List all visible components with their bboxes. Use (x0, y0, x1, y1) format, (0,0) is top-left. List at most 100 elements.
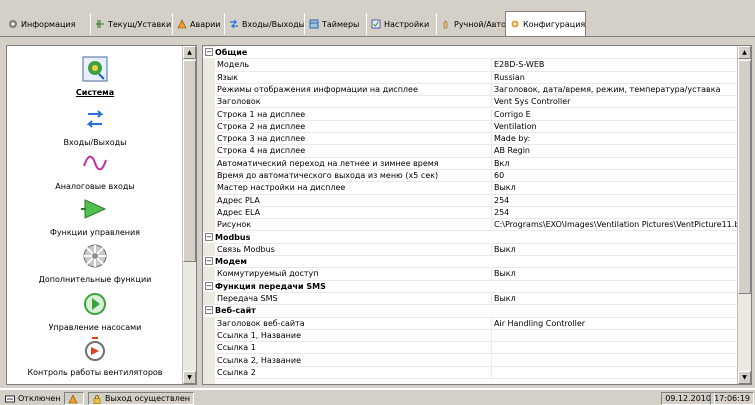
grid-property-row[interactable]: Модель E28D-S-WEB (203, 59, 739, 72)
grid-property-row[interactable]: Ссылка 2, Название (203, 354, 739, 367)
control-function-icon (81, 199, 107, 219)
grid-scroll-up-button[interactable]: ▲ (738, 46, 751, 59)
property-value[interactable]: Vent Sys Controller (491, 96, 737, 108)
property-name: Связь Modbus (217, 244, 275, 254)
grid-property-row[interactable]: Ссылка 2 (203, 366, 739, 380)
grid-category-row[interactable]: − Модем (203, 256, 739, 269)
grid-property-row[interactable]: Адрес ELA 254 (203, 206, 739, 220)
grid-property-row[interactable]: Заголовок веб-сайта Air Handling Controll… (203, 317, 739, 330)
grid-category-row[interactable]: − Функция передачи SMS (203, 280, 739, 293)
property-value[interactable]: Выкл (491, 243, 737, 256)
tab-8[interactable]: Конфигурация (505, 11, 586, 36)
tab-label: Таймеры (322, 19, 360, 29)
grid-property-row[interactable]: Ссылка 1, Название (203, 329, 739, 343)
property-value[interactable]: Air Handling Controller (491, 317, 737, 329)
collapse-toggle-icon[interactable]: − (205, 257, 213, 266)
property-value[interactable]: Corrigo E (491, 108, 737, 120)
nav-item-5[interactable]: Дополнительные функции (7, 241, 183, 284)
tab-1[interactable]: Информация (4, 14, 91, 34)
grid-property-row[interactable]: Передача SMS Выкл (203, 293, 739, 306)
collapse-toggle-icon[interactable]: − (205, 48, 213, 56)
property-value[interactable]: Выкл (491, 293, 737, 305)
property-value[interactable]: 60 (491, 170, 737, 182)
property-value[interactable] (491, 329, 737, 342)
grid-property-row[interactable]: Автоматический переход на летнее и зимне… (203, 157, 739, 170)
tab-label: Конфигурация (523, 19, 586, 29)
nav-scroll-down-button[interactable]: ▼ (183, 371, 196, 384)
property-value[interactable]: Вкл (491, 157, 737, 169)
grid-category-row[interactable]: − Общие (203, 47, 739, 60)
property-name: Автоматический переход на летнее и зимне… (217, 158, 439, 168)
property-value[interactable]: 254 (491, 206, 737, 219)
property-value[interactable]: AB Regin (491, 145, 737, 157)
grid-scroll-thumb[interactable] (738, 60, 751, 294)
tab-3[interactable]: Аварии (173, 14, 225, 34)
tab-6[interactable]: Настройки (367, 14, 437, 34)
tab-2[interactable]: Текущ/Уставки (91, 14, 173, 34)
tab-7[interactable]: Ручной/Авто (437, 14, 506, 34)
nav-scroll-thumb[interactable] (183, 60, 196, 262)
grid-scrollbar[interactable]: ▲ ▼ (737, 46, 751, 384)
property-value[interactable] (491, 366, 737, 379)
alarm-status[interactable] (64, 392, 84, 405)
grid-scroll-down-button[interactable]: ▼ (738, 371, 751, 384)
property-value[interactable]: Made by: (491, 133, 737, 145)
property-name: Заголовок веб-сайта (217, 318, 305, 328)
collapse-toggle-icon[interactable]: − (205, 232, 213, 241)
grid-property-row[interactable]: Мастер настройки на дисплее Выкл (203, 182, 739, 195)
alarm-icon (177, 19, 187, 29)
property-name: Время до автоматического выхода из меню … (217, 171, 439, 180)
tab-5[interactable]: Таймеры (305, 14, 367, 34)
collapse-toggle-icon[interactable]: − (205, 281, 213, 290)
grid-category-row[interactable]: − Modbus (203, 231, 739, 244)
grid-property-row[interactable]: Язык Russian (203, 71, 739, 84)
grid-property-row[interactable]: Заголовок Vent Sys Controller (203, 96, 739, 109)
nav-item-2[interactable]: Входы/Выходы (7, 104, 183, 147)
property-name: Передача SMS (217, 294, 278, 303)
tab-label: Аварии (190, 19, 221, 29)
property-name: Режимы отображения информации на дисплее (217, 84, 418, 94)
category-label: Веб-сайт (215, 306, 256, 316)
date-display: 09.12.2010 (661, 392, 715, 405)
property-value[interactable]: 254 (491, 194, 737, 206)
io-arrows-icon (230, 19, 238, 29)
grid-property-row[interactable]: Ссылка 1 (203, 342, 739, 355)
property-value[interactable]: Russian (491, 71, 737, 83)
grid-property-row[interactable]: Время до автоматического выхода из меню … (203, 170, 739, 183)
grid-property-row[interactable]: Строка 1 на дисплее Corrigo E (203, 108, 739, 121)
timer-icon (309, 19, 319, 29)
grid-property-row[interactable]: Связь Modbus Выкл (203, 243, 739, 257)
grid-category-row[interactable]: − Веб-сайт (203, 305, 739, 318)
nav-scrollbar[interactable]: ▲ ▼ (182, 46, 196, 384)
property-value[interactable]: Выкл (491, 182, 737, 194)
hand-icon (443, 20, 448, 29)
property-name: Язык (217, 72, 238, 82)
tab-4[interactable]: Входы/Выходы (225, 14, 305, 34)
grid-property-row[interactable]: Строка 3 на дисплее Made by: (203, 133, 739, 146)
grid-property-row[interactable]: Строка 2 на дисплее Ventilation (203, 120, 739, 134)
property-value[interactable]: Выкл (491, 268, 737, 280)
property-value[interactable] (491, 354, 737, 366)
grid-property-row[interactable]: Адрес PLA 254 (203, 194, 739, 207)
io-arrows-icon (86, 110, 104, 128)
property-value[interactable]: C:\Programs\EXO\Images\Ventilation Pictu… (491, 219, 737, 231)
nav-item-label: Входы/Выходы (63, 138, 127, 147)
grid-property-row[interactable]: Рисунок C:\Programs\EXO\Images\Ventilatio… (203, 219, 739, 232)
property-value[interactable]: E28D-S-WEB (491, 59, 737, 71)
property-name: Ссылка 2, Название (217, 355, 302, 365)
nav-item-4[interactable]: Функции управления (7, 194, 183, 237)
tab-bar: Информация Текущ/Уставки Аварии Входы/Выход… (0, 0, 755, 38)
nav-item-6[interactable]: Управление насосами (7, 289, 183, 332)
property-value[interactable]: Ventilation (491, 120, 737, 133)
date-text: 09.12.2010 (665, 394, 711, 403)
collapse-toggle-icon[interactable]: − (205, 306, 213, 315)
nav-scroll-up-button[interactable]: ▲ (183, 46, 196, 59)
nav-item-3[interactable]: Аналоговые входы (7, 148, 183, 191)
property-value[interactable] (491, 342, 737, 354)
grid-property-row[interactable]: Коммутируемый доступ Выкл (203, 268, 739, 281)
nav-item-7[interactable]: Контроль работы вентиляторов (7, 334, 183, 377)
property-value[interactable]: Заголовок, дата/время, режим, температур… (491, 83, 737, 96)
grid-property-row[interactable]: Режимы отображения информации на дисплее… (203, 83, 739, 97)
nav-item-1[interactable]: Система (7, 54, 183, 97)
grid-property-row[interactable]: Строка 4 на дисплее AB Regin (203, 145, 739, 158)
